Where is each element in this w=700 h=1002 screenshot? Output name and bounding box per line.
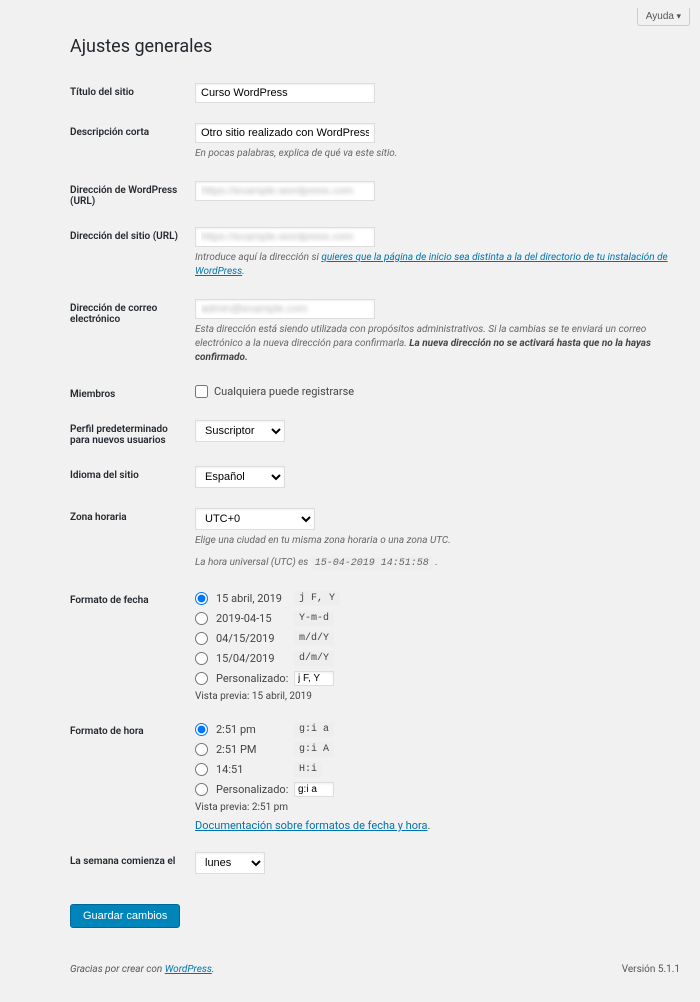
date-format-label-0: 15 abril, 2019 [216, 592, 294, 605]
time-format-custom-input[interactable] [294, 782, 334, 797]
site-url-input[interactable] [195, 227, 375, 247]
date-format-radio-custom[interactable] [195, 672, 208, 685]
label-time-format: Formato de hora [70, 714, 195, 844]
datetime-doc-link[interactable]: Documentación sobre formatos de fecha y … [195, 819, 427, 832]
email-desc: Esta dirección está siendo utilizada con… [195, 323, 680, 365]
footer-thanks: Gracias por crear con WordPress. [70, 964, 214, 975]
wp-url-input[interactable] [195, 181, 375, 201]
label-week-start: La semana comienza el [70, 844, 195, 886]
date-format-code-3: d/m/Y [294, 651, 334, 666]
date-format-radio-2[interactable] [195, 632, 208, 645]
label-email: Dirección de correo electrónico [70, 291, 195, 377]
label-language: Idioma del sitio [70, 458, 195, 500]
time-format-label-0: 2:51 pm [216, 723, 294, 736]
email-input[interactable] [195, 299, 375, 319]
date-format-code-1: Y-m-d [294, 611, 334, 626]
footer-version: Versión 5.1.1 [622, 964, 680, 975]
time-format-radio-custom[interactable] [195, 783, 208, 796]
membership-checkbox[interactable] [195, 385, 208, 398]
date-format-preview: Vista previa: 15 abril, 2019 [195, 691, 680, 702]
default-role-select[interactable]: Suscriptor [195, 420, 285, 442]
date-format-label-1: 2019-04-15 [216, 612, 294, 625]
label-wp-url: Dirección de WordPress (URL) [70, 173, 195, 219]
timezone-select[interactable]: UTC+0 [195, 508, 315, 530]
save-button[interactable]: Guardar cambios [70, 904, 180, 928]
time-format-radio-1[interactable] [195, 743, 208, 756]
site-url-desc: Introduce aquí la dirección si quieres q… [195, 251, 680, 279]
label-site-url: Dirección del sitio (URL) [70, 219, 195, 291]
date-format-radio-3[interactable] [195, 652, 208, 665]
timezone-desc: Elige una ciudad en tu misma zona horari… [195, 534, 680, 548]
date-format-code-0: j F, Y [294, 591, 340, 606]
time-format-radio-0[interactable] [195, 723, 208, 736]
date-format-code-2: m/d/Y [294, 631, 334, 646]
tagline-desc: En pocas palabras, explica de qué va est… [195, 147, 680, 161]
week-start-select[interactable]: lunes [195, 852, 265, 874]
label-date-format: Formato de fecha [70, 583, 195, 714]
time-format-code-2: H:i [294, 762, 322, 777]
date-format-custom-input[interactable] [294, 671, 334, 686]
wordpress-link[interactable]: WordPress [165, 964, 212, 975]
time-format-radio-2[interactable] [195, 763, 208, 776]
label-timezone: Zona horaria [70, 500, 195, 583]
time-format-code-0: g:i a [294, 722, 334, 737]
site-title-input[interactable] [195, 83, 375, 103]
time-format-label-2: 14:51 [216, 763, 294, 776]
time-format-preview: Vista previa: 2:51 pm [195, 802, 680, 813]
tagline-input[interactable] [195, 123, 375, 143]
date-format-radio-0[interactable] [195, 592, 208, 605]
help-button[interactable]: Ayuda [637, 8, 690, 26]
label-tagline: Descripción corta [70, 115, 195, 173]
date-format-label-3: 15/04/2019 [216, 652, 294, 665]
date-format-custom-label: Personalizado: [216, 672, 294, 685]
date-format-radio-1[interactable] [195, 612, 208, 625]
membership-checkbox-label: Cualquiera puede registrarse [214, 385, 354, 398]
label-site-title: Título del sitio [70, 75, 195, 115]
time-format-custom-label: Personalizado: [216, 783, 294, 796]
page-title: Ajustes generales [70, 36, 680, 57]
time-format-code-1: g:i A [294, 742, 334, 757]
label-membership: Miembros [70, 377, 195, 412]
utc-time: La hora universal (UTC) es 15-04-2019 14… [195, 556, 680, 571]
language-select[interactable]: Español [195, 466, 285, 488]
label-default-role: Perfil predeterminado para nuevos usuari… [70, 412, 195, 458]
date-format-label-2: 04/15/2019 [216, 632, 294, 645]
time-format-label-1: 2:51 PM [216, 743, 294, 756]
